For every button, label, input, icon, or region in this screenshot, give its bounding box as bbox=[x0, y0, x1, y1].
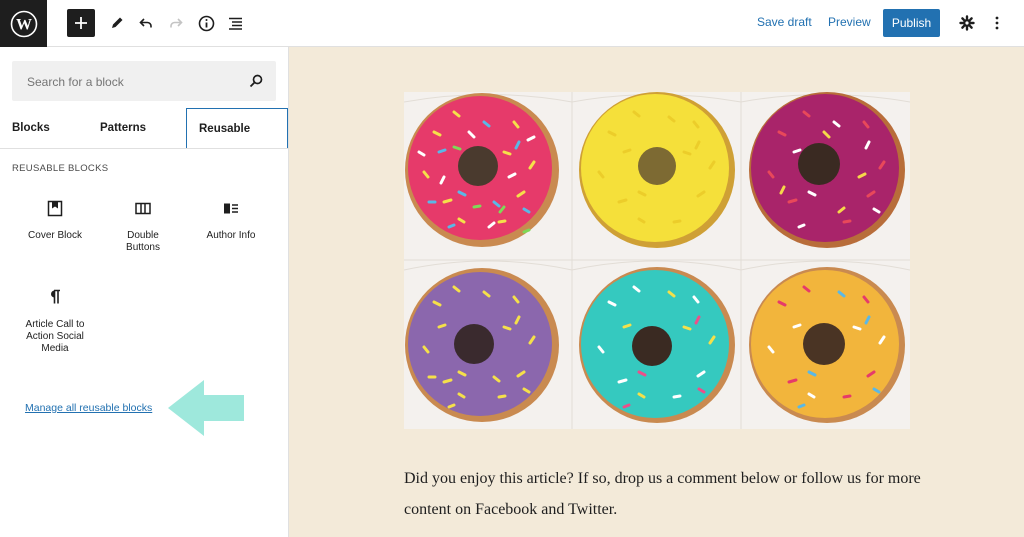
paragraph-icon bbox=[51, 289, 60, 304]
undo-icon bbox=[139, 18, 152, 28]
block-item-article-cta[interactable]: Article Call to Action Social Media bbox=[12, 287, 98, 355]
info-icon bbox=[198, 15, 214, 31]
block-item-label: Double Buttons bbox=[126, 230, 160, 253]
tools-button[interactable] bbox=[103, 9, 131, 37]
inserter-tabs: Blocks Patterns Reusable bbox=[0, 108, 288, 149]
tab-reusable[interactable]: Reusable bbox=[186, 108, 288, 148]
undo-button[interactable] bbox=[132, 9, 160, 37]
add-block-button[interactable] bbox=[67, 9, 95, 37]
editor-header: W Save draft Preview Publish bbox=[0, 0, 1024, 47]
publish-button[interactable]: Publish bbox=[883, 9, 940, 37]
cover-icon bbox=[47, 200, 63, 216]
settings-button[interactable] bbox=[953, 9, 981, 37]
svg-text:W: W bbox=[16, 16, 32, 33]
details-button[interactable] bbox=[192, 9, 220, 37]
block-inserter-panel: Blocks Patterns Reusable REUSABLE BLOCKS… bbox=[0, 47, 289, 537]
manage-reusable-blocks-link[interactable]: Manage all reusable blocks bbox=[25, 402, 152, 414]
block-item-double-buttons[interactable]: Double Buttons bbox=[100, 198, 186, 254]
wordpress-icon: W bbox=[10, 10, 37, 37]
more-vertical-icon bbox=[995, 16, 999, 30]
donuts-image[interactable] bbox=[404, 92, 910, 429]
block-item-label: Article Call to Action Social Media bbox=[25, 319, 85, 354]
save-draft-button[interactable]: Save draft bbox=[757, 15, 812, 29]
gear-icon bbox=[959, 15, 975, 31]
wordpress-logo[interactable]: W bbox=[0, 0, 47, 47]
redo-icon bbox=[170, 18, 183, 28]
media-text-icon bbox=[224, 203, 238, 213]
search-icon[interactable] bbox=[248, 73, 264, 89]
block-search bbox=[12, 61, 276, 103]
tab-blocks[interactable]: Blocks bbox=[12, 108, 50, 148]
preview-button[interactable]: Preview bbox=[828, 15, 871, 29]
block-item-cover[interactable]: Cover Block bbox=[12, 198, 98, 242]
block-item-label: Author Info bbox=[206, 230, 256, 241]
section-title: REUSABLE BLOCKS bbox=[12, 163, 109, 174]
columns-icon bbox=[135, 202, 151, 214]
plus-icon bbox=[75, 17, 87, 29]
tab-patterns[interactable]: Patterns bbox=[100, 108, 146, 148]
block-item-label: Cover Block bbox=[28, 230, 82, 241]
article-paragraph[interactable]: Did you enjoy this article? If so, drop … bbox=[404, 463, 924, 525]
list-view-icon bbox=[228, 17, 242, 30]
pencil-icon bbox=[112, 17, 123, 28]
editor-canvas: Did you enjoy this article? If so, drop … bbox=[289, 47, 1024, 537]
redo-button[interactable] bbox=[162, 9, 190, 37]
donuts-picture bbox=[404, 92, 910, 429]
list-view-button[interactable] bbox=[221, 9, 249, 37]
block-search-input[interactable] bbox=[25, 61, 239, 103]
arrow-left-icon bbox=[168, 380, 244, 436]
options-button[interactable] bbox=[983, 9, 1011, 37]
block-item-author-info[interactable]: Author Info bbox=[188, 198, 274, 242]
